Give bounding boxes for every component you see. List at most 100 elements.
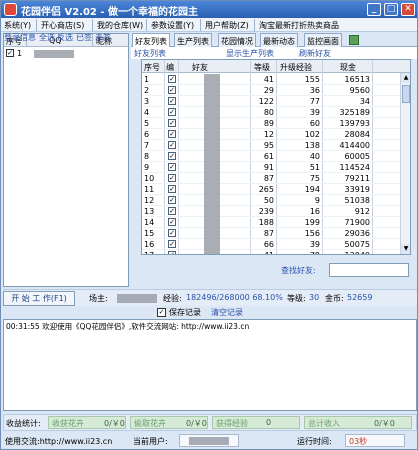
friend-checkbox[interactable]: ✓ (168, 130, 176, 138)
friend-row[interactable]: 2 ✓ 29 36 9560 (142, 85, 400, 96)
friend-checkbox[interactable]: ✓ (168, 240, 176, 248)
friend-checkbox[interactable]: ✓ (168, 196, 176, 204)
friend-checkbox[interactable]: ✓ (168, 119, 176, 127)
friend-checkbox[interactable]: ✓ (168, 174, 176, 182)
level-label: 等级: (287, 294, 306, 303)
friend-level: 122 (258, 97, 274, 106)
friend-checkbox[interactable]: ✓ (168, 229, 176, 237)
friend-checkbox[interactable]: ✓ (168, 218, 176, 226)
friend-level: 29 (263, 86, 274, 95)
friend-row[interactable]: 4 ✓ 80 39 325189 (142, 107, 400, 118)
menu-settings[interactable]: 参数设置(Y) (151, 20, 194, 31)
invert-select-button[interactable]: 反选 (57, 32, 73, 43)
col-header-cash[interactable]: 现金 (340, 62, 356, 73)
friend-checkbox[interactable]: ✓ (168, 185, 176, 193)
friend-cash: 414400 (339, 141, 370, 150)
export-icon[interactable] (349, 35, 359, 45)
scroll-thumb[interactable] (402, 85, 410, 103)
friend-row[interactable]: 15 ✓ 87 156 29036 (142, 228, 400, 239)
start-work-button[interactable]: 开 始 工 作(F1) (3, 291, 75, 306)
friend-cash: 114524 (339, 163, 370, 172)
friend-row[interactable]: 3 ✓ 122 77 34 (142, 96, 400, 107)
friend-exp: 9 (314, 196, 320, 205)
account-row[interactable]: ✓ 1 (6, 49, 126, 60)
menu-help[interactable]: 用户帮助(Z) (205, 20, 249, 31)
friend-checkbox[interactable]: ✓ (168, 75, 176, 83)
friend-row[interactable]: 11 ✓ 265 194 33919 (142, 184, 400, 195)
close-button[interactable]: ✕ (401, 3, 415, 16)
friend-row[interactable]: 14 ✓ 188 199 71900 (142, 217, 400, 228)
friend-row[interactable]: 16 ✓ 66 39 50075 (142, 239, 400, 250)
col-header-friend[interactable]: 好友 (192, 62, 208, 73)
tab-monitor[interactable]: 监控画面 (304, 33, 342, 47)
friend-row[interactable]: 13 ✓ 239 16 912 (142, 206, 400, 217)
save-log-label[interactable]: 保存记录 (169, 307, 201, 318)
col-header-exp[interactable]: 升级经验 (280, 62, 312, 73)
tab-friends[interactable]: 好友列表 (132, 33, 170, 47)
friend-checkbox[interactable]: ✓ (168, 108, 176, 116)
friend-row[interactable]: 6 ✓ 12 102 28084 (142, 129, 400, 140)
search-input[interactable] (329, 263, 409, 277)
log-controls: ✓ 保存记录 清空记录 (3, 307, 417, 319)
friend-row[interactable]: 1 ✓ 41 155 16513 (142, 74, 400, 85)
account-qq-redacted (34, 50, 74, 58)
tab-production[interactable]: 生产列表 (174, 33, 212, 47)
col-header-level[interactable]: 等级 (254, 62, 270, 73)
menu-separator (36, 19, 37, 31)
maximize-button[interactable]: □ (384, 3, 398, 16)
pick-value: 0/￥0 (186, 419, 207, 428)
friend-checkbox[interactable]: ✓ (168, 207, 176, 215)
friend-row[interactable]: 7 ✓ 95 138 414400 (142, 140, 400, 151)
friend-level: 66 (263, 240, 274, 249)
friend-checkbox[interactable]: ✓ (168, 152, 176, 160)
grid-scrollbar[interactable]: ▲ ▼ (400, 73, 410, 254)
friend-cash: 51038 (344, 196, 370, 205)
total-value: 0/￥0 (374, 419, 395, 428)
friend-checkbox[interactable]: ✓ (168, 141, 176, 149)
login-info-button[interactable]: 登录信息 (4, 32, 36, 43)
friend-checkbox[interactable]: ✓ (168, 97, 176, 105)
friend-cash: 60005 (344, 152, 370, 161)
save-log-checkbox[interactable]: ✓ (157, 308, 166, 317)
friend-row[interactable]: 5 ✓ 89 60 139793 (142, 118, 400, 129)
col-header-index[interactable]: 序号 (144, 62, 160, 73)
friend-grid: 序号 编 好友 等级 升级经验 现金 1 ✓ 41 155 16513 2 ✓ 29 36 956… (141, 59, 411, 255)
tab-garden[interactable]: 花园情况 (218, 33, 256, 47)
scroll-up-icon[interactable]: ▲ (401, 73, 410, 83)
exp-label: 经验: (163, 294, 182, 303)
refresh-friends-link[interactable]: 刷新好友 (299, 48, 331, 59)
minimize-button[interactable]: _ (367, 3, 381, 16)
menu-system[interactable]: 系统(Y) (4, 20, 31, 31)
clear-log-link[interactable]: 清空记录 (211, 307, 243, 318)
unsigned-button[interactable]: 未签 (95, 32, 111, 43)
friend-row[interactable]: 9 ✓ 91 51 114524 (142, 162, 400, 173)
account-checkbox[interactable]: ✓ (6, 49, 14, 57)
scroll-down-icon[interactable]: ▼ (401, 244, 410, 254)
tab-news[interactable]: 最新动态 (260, 33, 298, 47)
friend-row[interactable]: 12 ✓ 50 9 51038 (142, 195, 400, 206)
friend-checkbox[interactable]: ✓ (168, 163, 176, 171)
log-output[interactable]: 00:31:55 欢迎使用《QQ花园伴侣》,软件交流网站: http://www… (3, 319, 417, 411)
friend-checkbox[interactable]: ✓ (168, 251, 176, 254)
friend-level: 91 (263, 163, 274, 172)
menu-shop[interactable]: 开心商店(S) (41, 20, 84, 31)
site-link[interactable]: 使用交流:http://www.ii23.cn (5, 436, 112, 447)
friend-checkbox[interactable]: ✓ (168, 86, 176, 94)
app-window: 花园伴侣 V2.02 - 做一个幸福的花园主 _ □ ✕ 系统(Y) 开心商店(… (0, 0, 418, 450)
menu-warehouse[interactable]: 我的仓库(W) (97, 20, 143, 31)
signed-button[interactable]: 已签 (76, 32, 92, 43)
menu-taobao[interactable]: 淘宝最新打折热卖商品 (259, 20, 339, 31)
menu-separator (254, 19, 255, 31)
friend-exp: 156 (304, 229, 320, 238)
friend-row[interactable]: 17 ✓ 41 79 13040 (142, 250, 400, 254)
show-production-link[interactable]: 显示生产列表 (226, 48, 274, 59)
account-index: 1 (17, 49, 23, 58)
friend-exp: 194 (304, 185, 320, 194)
friend-level: 61 (263, 152, 274, 161)
select-all-button[interactable]: 全选 (39, 32, 55, 43)
friend-row[interactable]: 10 ✓ 87 75 79211 (142, 173, 400, 184)
col-header-select[interactable]: 编 (166, 62, 174, 73)
main-tabs: 好友列表 生产列表 花园情况 最新动态 监控画面 (131, 33, 417, 47)
exp-value: 182496/268000 68.10% (186, 293, 283, 302)
friend-row[interactable]: 8 ✓ 61 40 60005 (142, 151, 400, 162)
